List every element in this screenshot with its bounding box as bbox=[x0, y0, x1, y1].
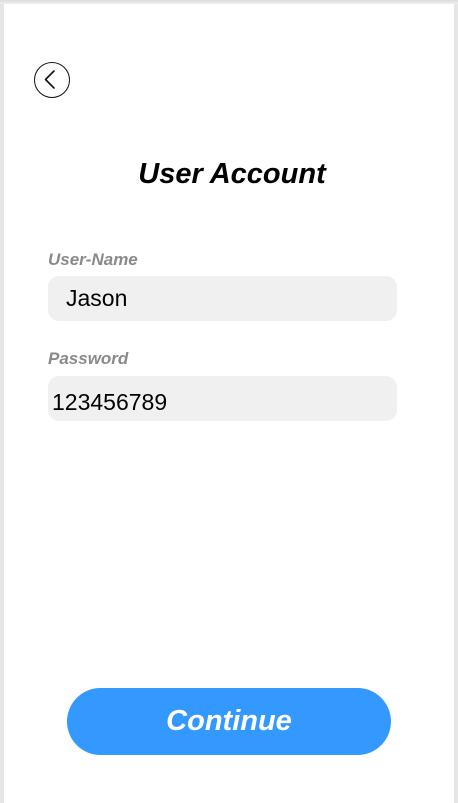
username-field[interactable] bbox=[48, 276, 397, 321]
username-label: User-Name bbox=[48, 250, 138, 269]
page-title: User Account bbox=[138, 158, 326, 190]
user-account-screen: User Account User-Name Password Continue bbox=[4, 4, 454, 803]
continue-button[interactable]: Continue bbox=[67, 688, 391, 755]
password-label: Password bbox=[48, 349, 129, 368]
back-button[interactable] bbox=[34, 62, 70, 98]
chevron-left-icon bbox=[44, 70, 55, 89]
password-field[interactable] bbox=[48, 376, 397, 421]
